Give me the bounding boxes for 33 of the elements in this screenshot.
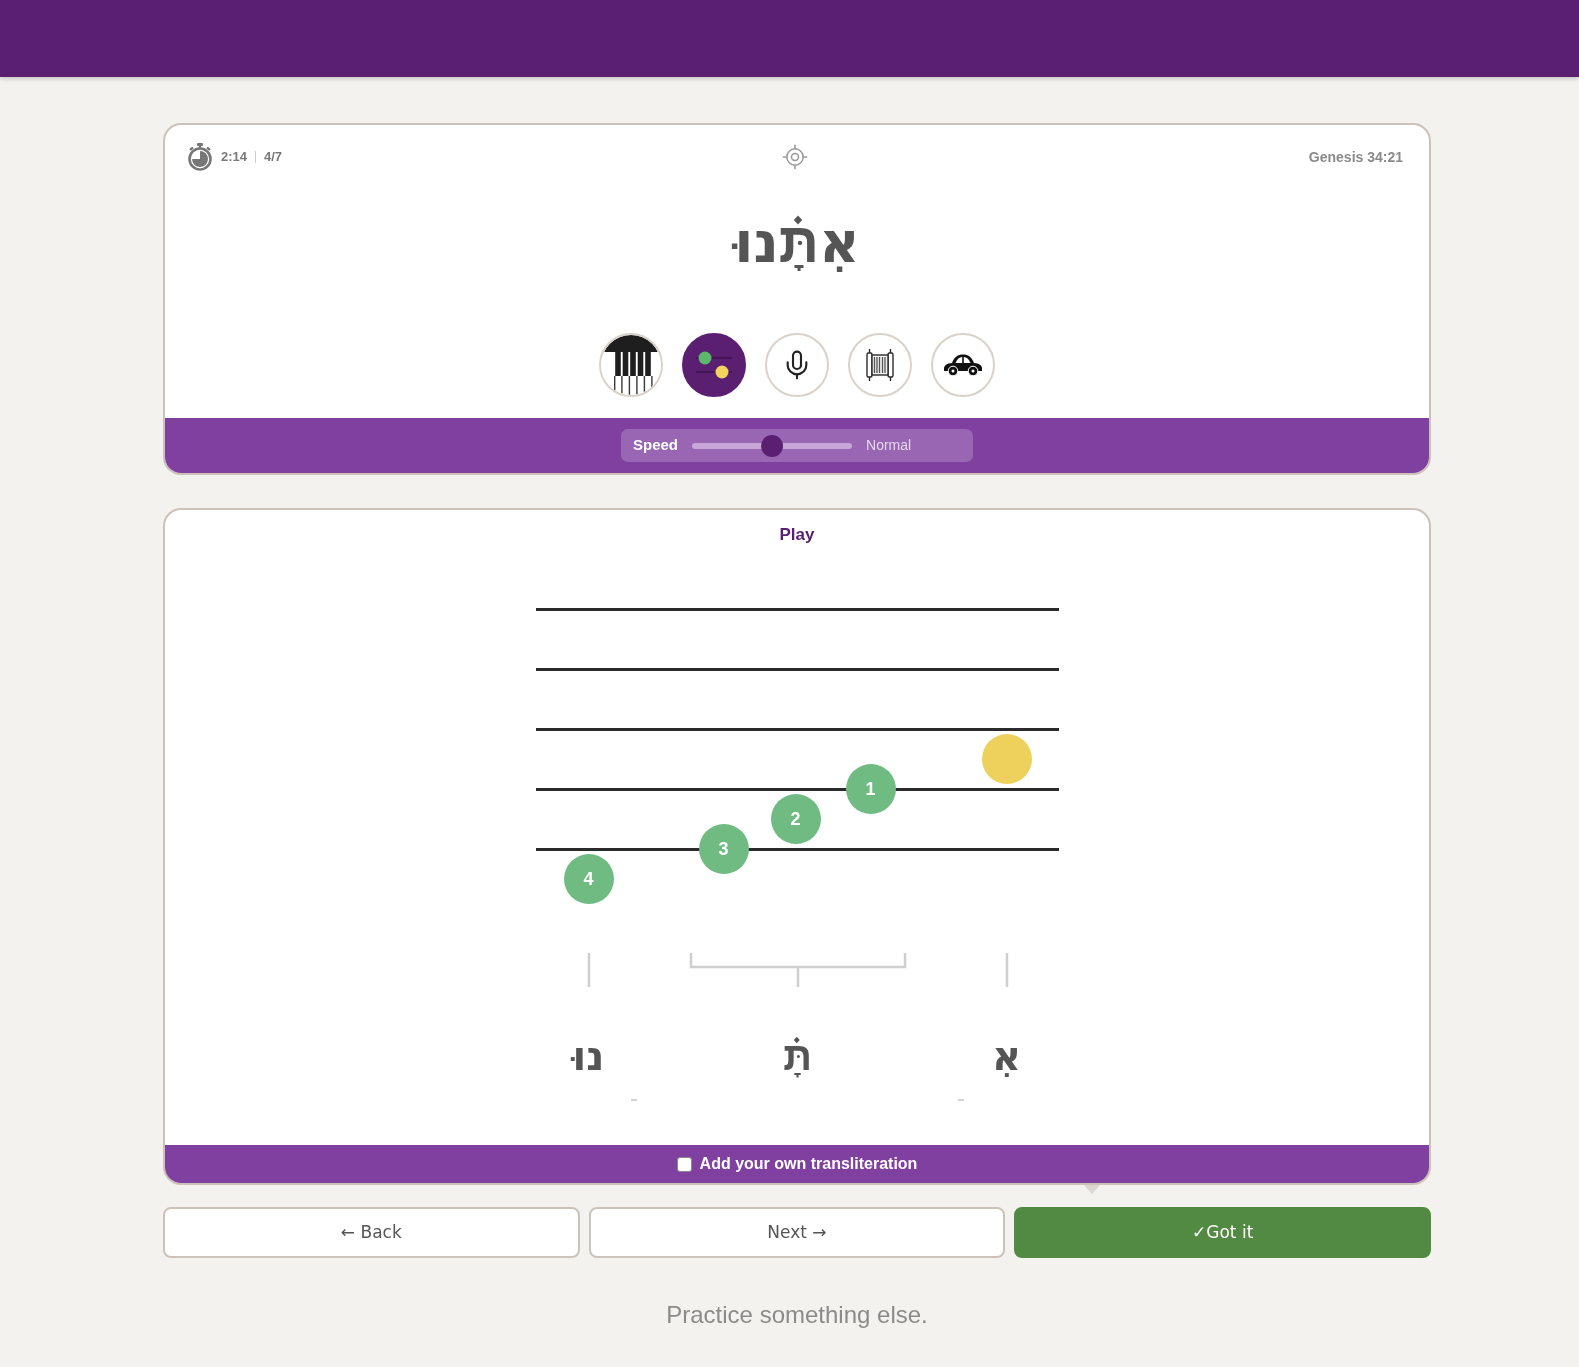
hebrew-syllable: נוּ [572,1032,605,1081]
note-dots-icon [694,350,734,380]
speed-slider[interactable] [692,434,852,457]
car-icon [943,353,983,377]
slider-thumb[interactable] [761,434,783,457]
timer-text: 2:14 [221,148,248,167]
next-button[interactable]: Next → [588,1207,1006,1258]
note-marker: 2 [770,794,821,844]
target-icon[interactable] [781,143,809,171]
verse-reference: Genesis 34:21 [1308,147,1403,167]
progress-text: 4/7 [264,148,283,167]
syllable-tick [1004,953,1009,987]
hebrew-syllable: תָּ֗ [783,1032,812,1081]
transliteration-checkbox[interactable] [676,1156,692,1172]
scroll-icon [864,348,896,382]
back-button[interactable]: ← Back [163,1207,580,1258]
dash-mark [630,1099,637,1101]
play-title[interactable]: Play [779,523,815,547]
syllable-tick [586,953,591,987]
hebrew-word: אִתָּ֗נוּ [734,209,860,277]
note-marker: 3 [698,824,749,874]
checkbox-label[interactable]: Add your own transliteration [699,1152,918,1176]
dash-mark [957,1099,964,1101]
note-marker: 4 [563,854,614,904]
speed-label: Speed [633,435,678,456]
mode-button[interactable] [682,333,746,397]
note-marker: 1 [845,764,896,814]
stopwatch-icon [187,143,213,171]
got-it-button[interactable]: ✓Got it [1014,1207,1431,1258]
hebrew-syllable: אִ [991,1032,1022,1081]
pointer-triangle-icon [1084,1185,1100,1194]
piano-keys-icon [601,335,661,395]
speed-reading: Normal [866,436,912,455]
